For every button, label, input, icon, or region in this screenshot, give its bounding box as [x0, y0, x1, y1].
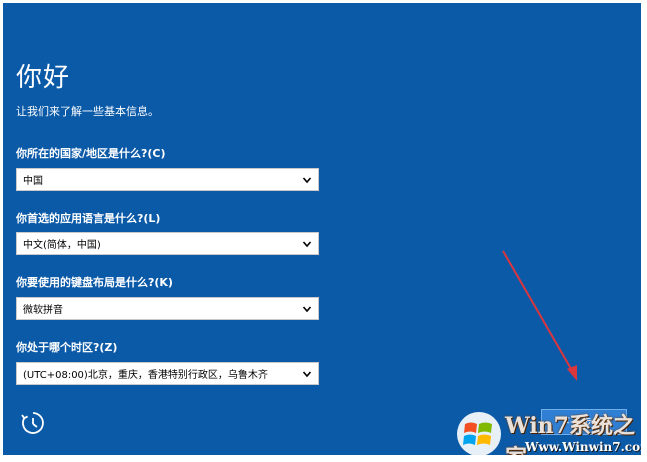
chevron-down-icon	[302, 175, 312, 185]
timezone-select[interactable]: (UTC+08:00)北京，重庆，香港特别行政区，乌鲁木齐	[16, 362, 319, 385]
language-value: 中文(简体，中国)	[23, 240, 101, 251]
timezone-label: 你处于哪个时区?(Z)	[16, 341, 118, 354]
chevron-down-icon	[302, 369, 312, 379]
country-select[interactable]: 中国	[16, 168, 319, 191]
watermark-url: Www.Winwin7.com	[525, 440, 641, 454]
keyboard-select[interactable]: 微软拼音	[16, 297, 319, 320]
setup-screen: 你好 让我们来了解一些基本信息。 你所在的国家/地区是什么?(C) 中国 你首选…	[3, 3, 641, 455]
country-value: 中国	[23, 176, 43, 187]
accessibility-icon[interactable]	[19, 409, 47, 437]
keyboard-label: 你要使用的键盘布局是什么?(K)	[16, 276, 173, 289]
country-label: 你所在的国家/地区是什么?(C)	[16, 147, 166, 160]
keyboard-value: 微软拼音	[23, 305, 63, 316]
page-title: 你好	[16, 63, 71, 93]
next-button[interactable]: 下一步(N)	[541, 409, 627, 435]
timezone-value: (UTC+08:00)北京，重庆，香港特别行政区，乌鲁木齐	[23, 370, 268, 381]
language-label: 你首选的应用语言是什么?(L)	[16, 212, 161, 225]
chevron-down-icon	[302, 239, 312, 249]
language-select[interactable]: 中文(简体，中国)	[16, 232, 319, 255]
windows-logo-icon	[457, 412, 501, 455]
annotation-arrow	[502, 250, 577, 381]
chevron-down-icon	[302, 304, 312, 314]
page-subtitle: 让我们来了解一些基本信息。	[16, 105, 159, 118]
